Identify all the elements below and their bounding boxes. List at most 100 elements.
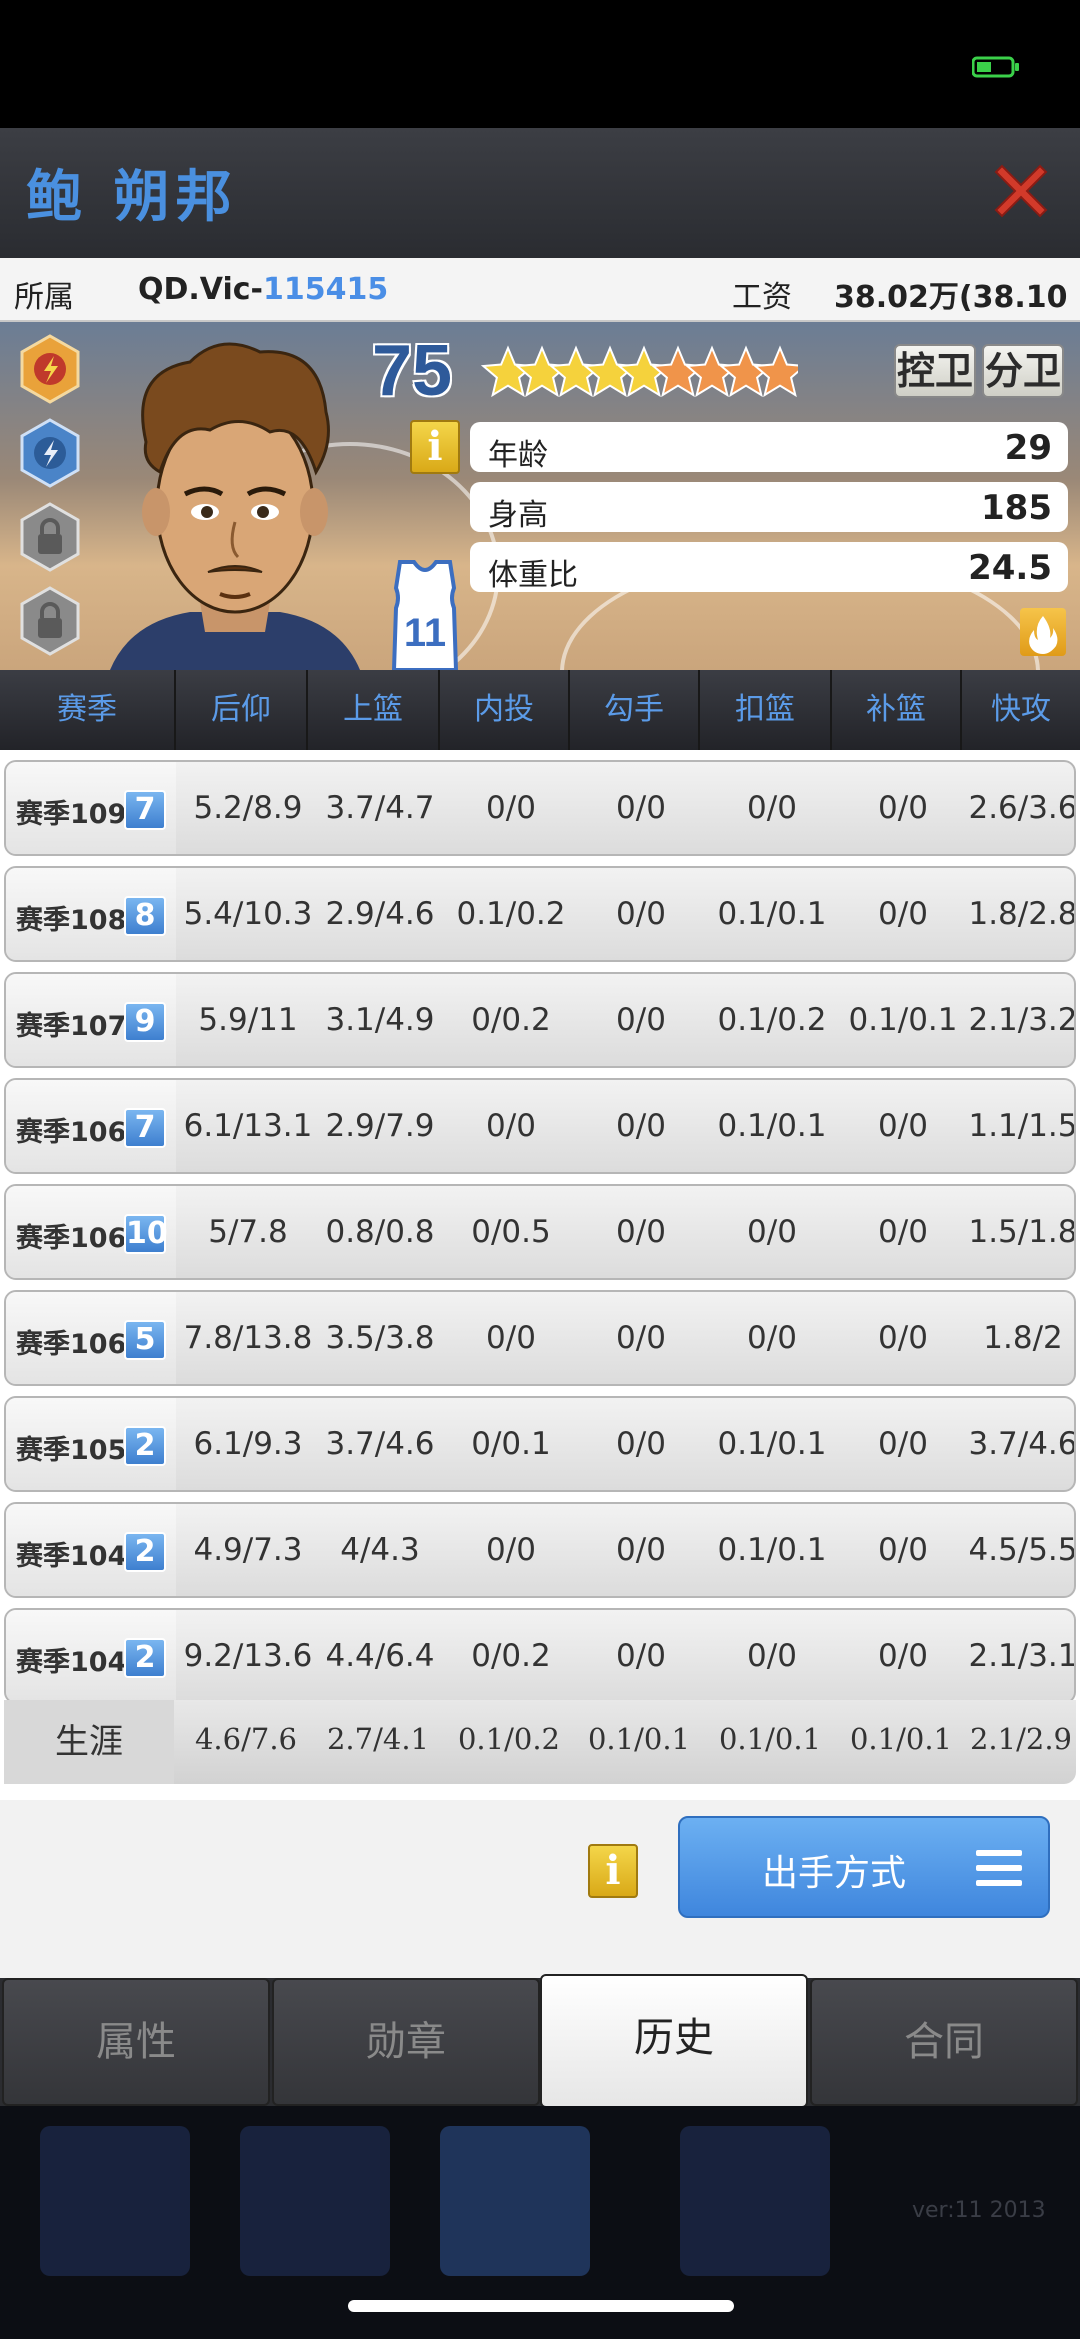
- stat-cell: 0/0: [747, 1214, 797, 1250]
- season-name: 赛季106: [16, 1223, 127, 1254]
- star-rating: [480, 345, 798, 398]
- table-row[interactable]: 赛季106 7 6.1/13.1 2.9/7.9 0/0 0/0 0.1/0.1 0/0 1.1…: [4, 1078, 1076, 1174]
- attr-label: 年龄: [488, 438, 548, 473]
- stat-cell: 0.1/0.1: [717, 1426, 827, 1462]
- position-sg-button[interactable]: 分卫: [982, 344, 1064, 398]
- stat-cell: 0/0: [747, 1638, 797, 1674]
- attr-label: 体重比: [488, 558, 578, 593]
- jersey-number: 11: [404, 611, 446, 655]
- nav-icon: [680, 2126, 830, 2276]
- nav-icon: [440, 2126, 590, 2276]
- stat-cell: 0/0.1: [471, 1426, 551, 1462]
- skill-badge-icon[interactable]: [18, 418, 82, 488]
- career-value: 4.6/7.6: [194, 1722, 297, 1756]
- attr-row-age: 年龄 29: [470, 422, 1068, 473]
- stat-cell: 0/0: [878, 1320, 928, 1356]
- tab-contract[interactable]: 合同: [810, 1978, 1078, 2106]
- stat-cell: 0/0: [486, 790, 536, 826]
- stat-cell: 0/0.5: [471, 1214, 551, 1250]
- close-icon[interactable]: [988, 158, 1054, 224]
- lock-icon[interactable]: [18, 502, 82, 572]
- col-header-putback[interactable]: 补篮: [832, 670, 962, 750]
- shot-style-button[interactable]: 出手方式: [678, 1816, 1050, 1918]
- season-name: 赛季106: [16, 1117, 127, 1148]
- stat-cell: 0.1/0.2: [456, 896, 566, 932]
- col-header-dunk[interactable]: 扣篮: [700, 670, 832, 750]
- attr-value: 24.5: [968, 548, 1052, 588]
- season-games-badge: 10: [124, 1214, 168, 1254]
- table-row[interactable]: 赛季107 9 5.9/11 3.1/4.9 0/0.2 0/0 0.1/0.2 0.1/0.…: [4, 972, 1076, 1068]
- career-value: 2.7/4.1: [326, 1722, 429, 1756]
- stat-cell: 5.9/11: [198, 1002, 298, 1038]
- player-card: 11 75 控卫 分卫 i 年龄 29 身高 185 体重比 24.5: [0, 322, 1080, 670]
- stat-cell: 0/0: [616, 896, 666, 932]
- stat-cell: 0/0: [616, 1108, 666, 1144]
- action-area: i 出手方式: [0, 1800, 1080, 1978]
- table-row[interactable]: 赛季105 2 6.1/9.3 3.7/4.6 0/0.1 0/0 0.1/0.1 0/0 3.…: [4, 1396, 1076, 1492]
- tab-medals[interactable]: 勋章: [272, 1978, 540, 2106]
- season-games-badge: 7: [124, 790, 166, 830]
- table-row[interactable]: 赛季109 7 5.2/8.9 3.7/4.7 0/0 0/0 0/0 0/0 2.6/3.6: [4, 760, 1076, 856]
- home-indicator[interactable]: [348, 2300, 734, 2312]
- stat-cell: 2.9/7.9: [325, 1108, 435, 1144]
- skill-badge-icon[interactable]: [18, 334, 82, 404]
- col-header-fastbreak[interactable]: 快攻: [962, 670, 1080, 750]
- season-name: 赛季106: [16, 1329, 127, 1360]
- stat-cell: 3.7/4.6: [325, 1426, 435, 1462]
- table-row[interactable]: 赛季104 2 9.2/13.6 4.4/6.4 0/0.2 0/0 0/0 0/0 2.1/3…: [4, 1608, 1076, 1704]
- career-row: 生涯 4.6/7.6 2.7/4.1 0.1/0.2 0.1/0.1 0.1/0…: [4, 1700, 1076, 1784]
- col-header-fadeaway[interactable]: 后仰: [176, 670, 308, 750]
- season-games-badge: 5: [124, 1320, 166, 1360]
- team-id: 115415: [263, 272, 389, 307]
- stat-cell: 0/0: [616, 1002, 666, 1038]
- position-pg-button[interactable]: 控卫: [894, 344, 976, 398]
- season-games-badge: 2: [124, 1638, 166, 1678]
- shot-info-icon[interactable]: i: [588, 1844, 638, 1898]
- stat-cell: 0/0: [747, 1320, 797, 1356]
- stat-cell: 3.1/4.9: [325, 1002, 435, 1038]
- stat-cell: 1.8/2.8: [968, 896, 1076, 932]
- stat-cell: 1.8/2: [983, 1320, 1063, 1356]
- table-row[interactable]: 赛季104 2 4.9/7.3 4/4.3 0/0 0/0 0.1/0.1 0/0 4.5/5.…: [4, 1502, 1076, 1598]
- stat-cell: 0/0: [878, 896, 928, 932]
- stat-cell: 0/0: [616, 1638, 666, 1674]
- stat-cell: 4.4/6.4: [325, 1638, 435, 1674]
- history-table: 赛季109 7 5.2/8.9 3.7/4.7 0/0 0/0 0/0 0/0 2.6/3.6 赛…: [0, 750, 1080, 1800]
- col-header-season[interactable]: 赛季: [0, 670, 176, 750]
- title-bar: 鲍 朔邦: [0, 128, 1080, 258]
- team-salary-bar: 所属 QD.Vic-115415 工资 38.02万(38.10万): [0, 258, 1080, 359]
- player-portrait: [110, 342, 360, 670]
- table-row[interactable]: 赛季106 5 7.8/13.8 3.5/3.8 0/0 0/0 0/0 0/0 1.8/2: [4, 1290, 1076, 1386]
- stat-cell: 0.1/0.1: [848, 1002, 958, 1038]
- season-cell: 赛季106 7: [6, 1080, 176, 1172]
- lock-icon[interactable]: [18, 586, 82, 656]
- career-value: 0.1/0.1: [849, 1722, 952, 1756]
- fire-icon[interactable]: [1020, 608, 1066, 656]
- stat-cell: 0/0.2: [471, 1002, 551, 1038]
- stat-cell: 4/4.3: [340, 1532, 420, 1568]
- stat-cell: 0/0: [616, 790, 666, 826]
- season-games-badge: 7: [124, 1108, 166, 1148]
- col-header-inside-shot[interactable]: 内投: [440, 670, 570, 750]
- stat-cell: 0/0: [878, 790, 928, 826]
- stat-cell: 9.2/13.6: [183, 1638, 313, 1674]
- stat-cell: 0.1/0.1: [717, 1108, 827, 1144]
- stat-cell: 0/0: [486, 1108, 536, 1144]
- tab-attributes[interactable]: 属性: [2, 1978, 270, 2106]
- battery-charging-icon: [972, 56, 1019, 78]
- table-row[interactable]: 赛季108 8 5.4/10.3 2.9/4.6 0.1/0.2 0/0 0.1/0.1 0/…: [4, 866, 1076, 962]
- player-name: 鲍 朔邦: [26, 165, 238, 230]
- season-cell: 赛季105 2: [6, 1398, 176, 1490]
- tab-history[interactable]: 历史: [540, 1974, 808, 2108]
- col-header-hook[interactable]: 勾手: [570, 670, 700, 750]
- stat-cell: 0.1/0.1: [717, 1532, 827, 1568]
- nav-icon: [240, 2126, 390, 2276]
- attr-row-weight-ratio: 体重比 24.5: [470, 542, 1068, 593]
- stat-cell: 0/0: [878, 1214, 928, 1250]
- career-label: 生涯: [4, 1700, 174, 1784]
- player-info-icon[interactable]: i: [410, 420, 460, 474]
- table-row[interactable]: 赛季106 10 5/7.8 0.8/0.8 0/0.5 0/0 0/0 0/0 1.5/1.8: [4, 1184, 1076, 1280]
- col-header-layup[interactable]: 上篮: [308, 670, 440, 750]
- version-label: ver:11 2013: [912, 2198, 1046, 2223]
- season-name: 赛季108: [16, 905, 127, 936]
